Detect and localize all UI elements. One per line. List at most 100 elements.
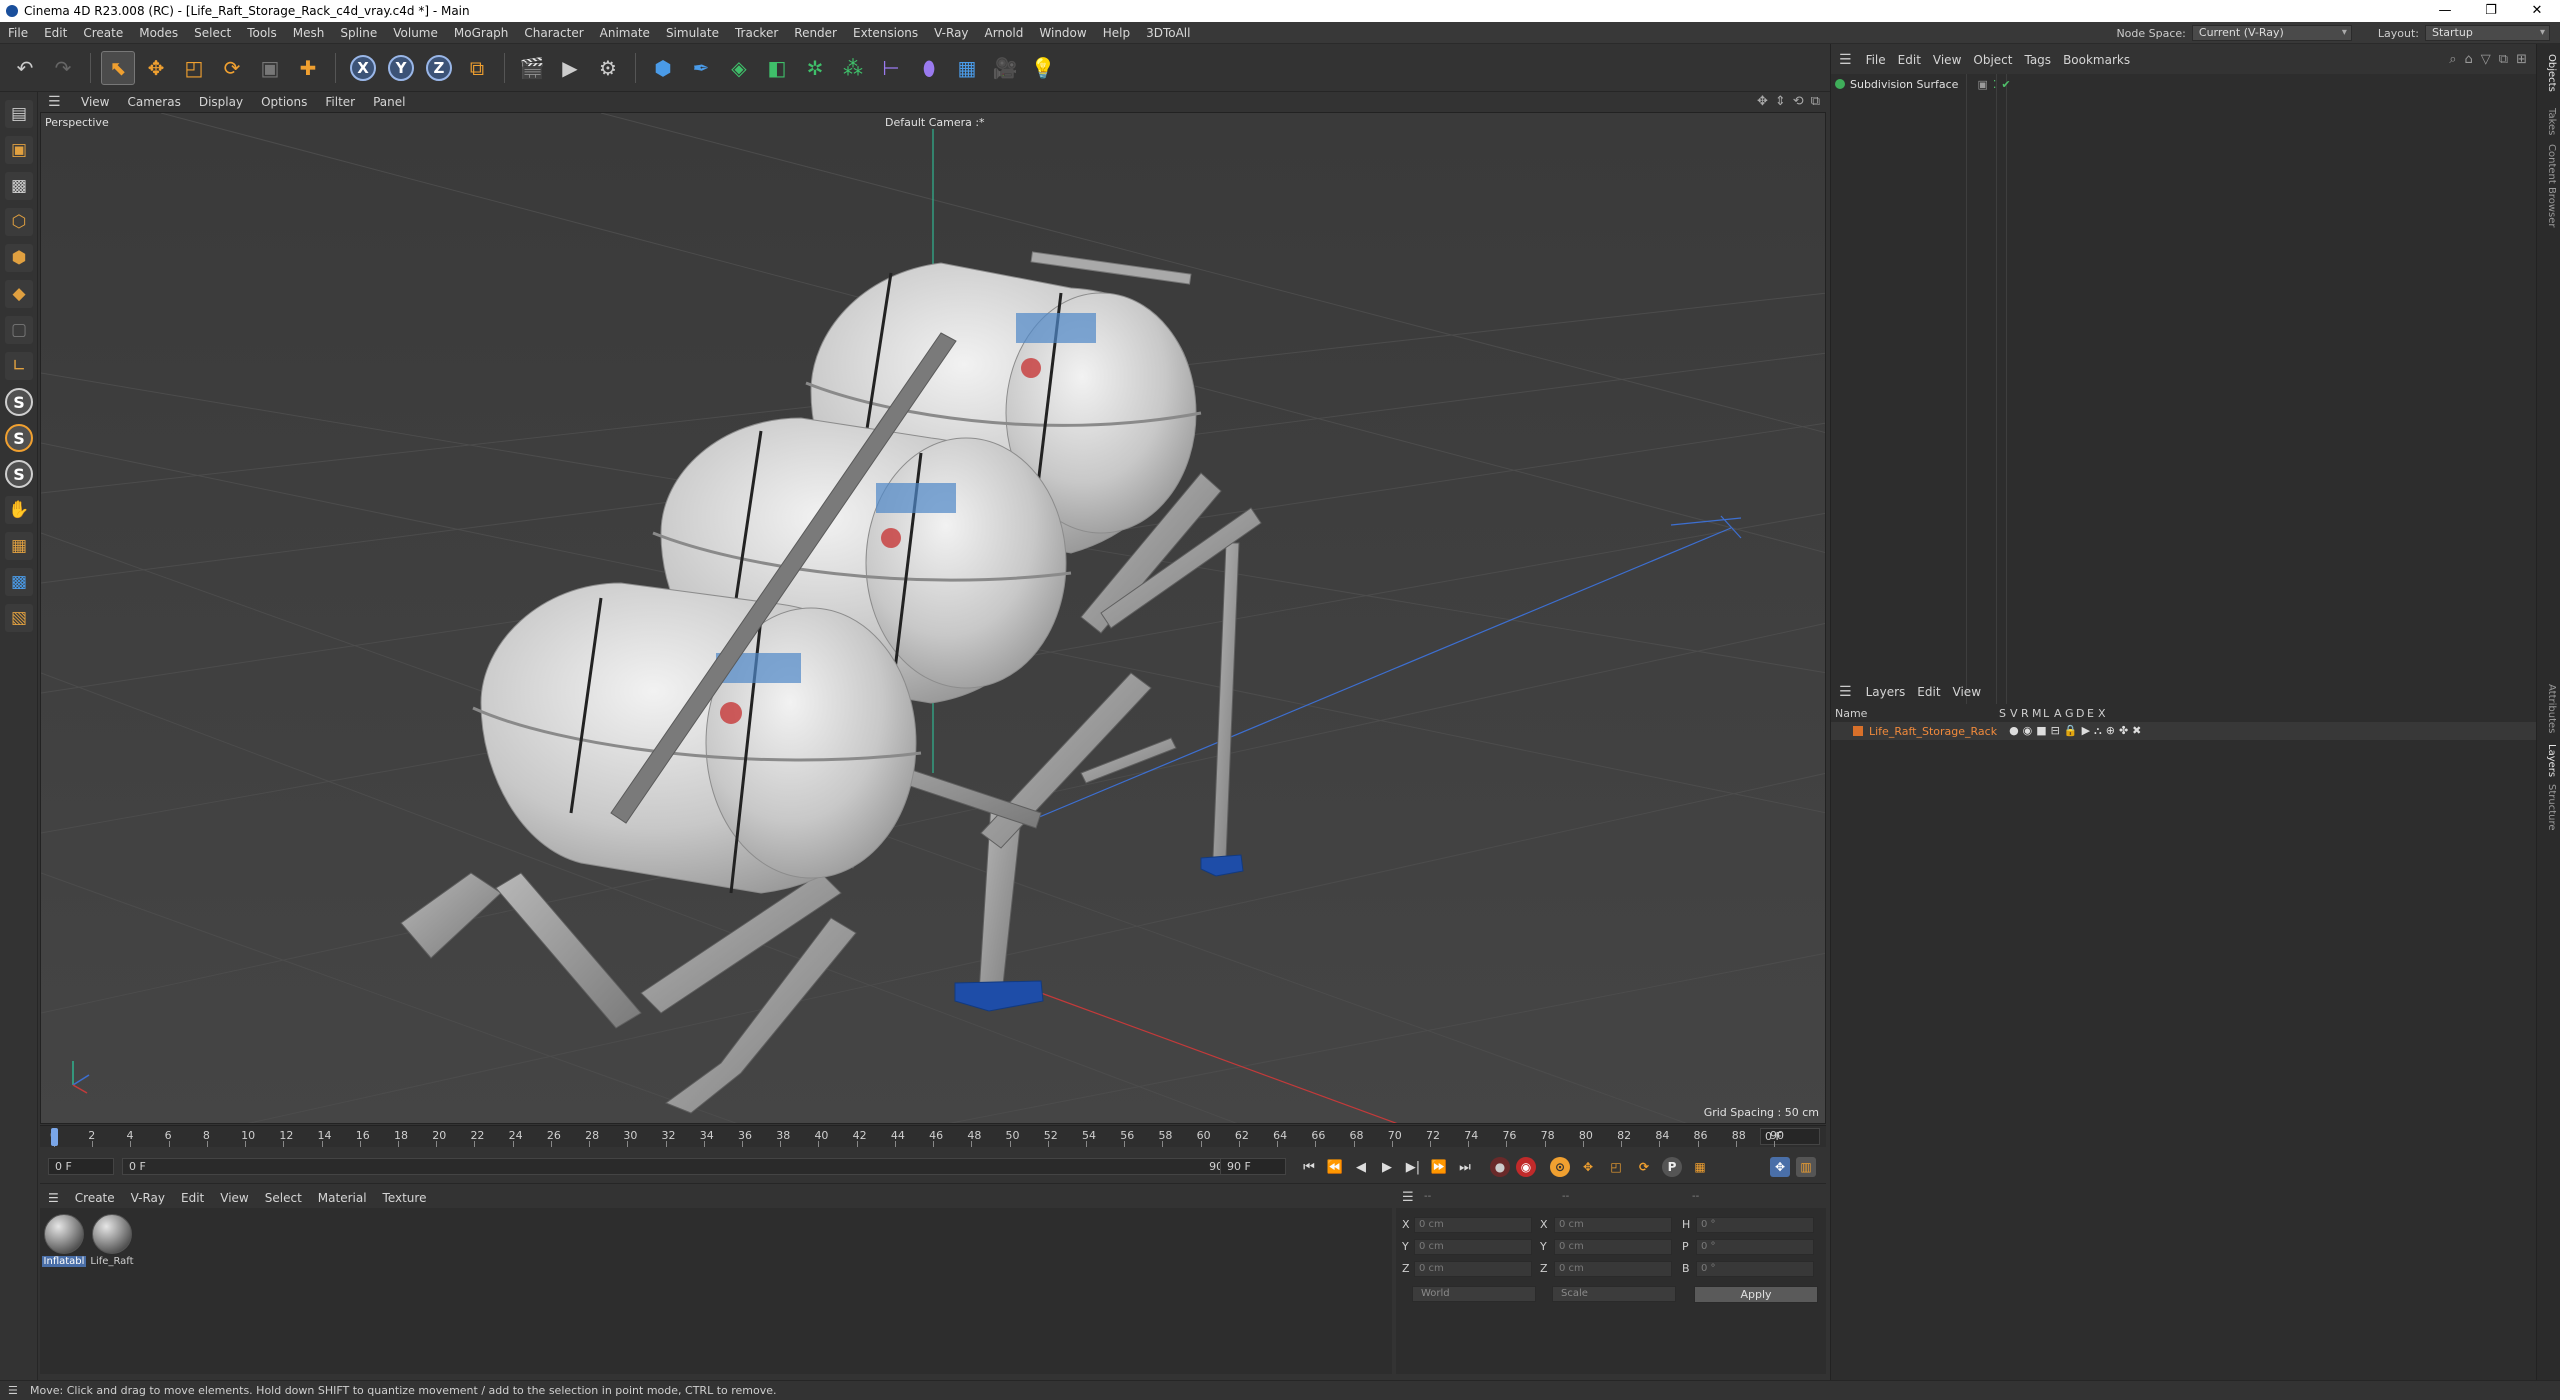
undo-icon[interactable]: ↶	[8, 51, 42, 85]
scale-key-icon[interactable]: ◰	[1606, 1157, 1626, 1177]
layer-column-s[interactable]: S	[1999, 707, 2006, 720]
pan-view-icon[interactable]: ✥	[1757, 94, 1768, 109]
viewport-menu-view[interactable]: View	[72, 95, 118, 109]
timeline-icon[interactable]: ▥	[1796, 1157, 1816, 1177]
layout-dropdown[interactable]: Startup	[2425, 25, 2550, 41]
material-menu-select[interactable]: Select	[257, 1191, 310, 1205]
close-window-button[interactable]: ✕	[2514, 0, 2560, 22]
toggle-view-icon[interactable]: ⧉	[1811, 94, 1820, 109]
material-menu-create[interactable]: Create	[67, 1191, 123, 1205]
polygons-mode-icon[interactable]: ◆	[5, 280, 33, 308]
layer-row[interactable]: Life_Raft_Storage_Rack ●◉■⊟🔒▶⛬⊕✤✖	[1831, 722, 2537, 740]
x-axis-icon[interactable]: X	[346, 51, 380, 85]
filter-icon[interactable]: ▽	[2481, 52, 2491, 67]
pos-z-field[interactable]: 0 cm	[1414, 1261, 1532, 1277]
move-tool-icon[interactable]: ✥	[139, 51, 173, 85]
size-y-field[interactable]: 0 cm	[1554, 1239, 1672, 1255]
scale-tool-icon[interactable]: ◰	[177, 51, 211, 85]
menu-tools[interactable]: Tools	[239, 26, 285, 40]
layer-column-e[interactable]: E	[2087, 707, 2094, 720]
cloner-icon[interactable]: ✲	[798, 51, 832, 85]
menu-help[interactable]: Help	[1095, 26, 1138, 40]
viewport-menu-display[interactable]: Display	[190, 95, 252, 109]
deformer-icon[interactable]: ⊢	[874, 51, 908, 85]
previous-key-icon[interactable]: ⏪	[1324, 1156, 1346, 1178]
mograph-icon[interactable]: ⁂	[836, 51, 870, 85]
minimize-button[interactable]: —	[2422, 0, 2468, 22]
redo-icon[interactable]: ↷	[46, 51, 80, 85]
play-icon[interactable]: ▶	[1376, 1156, 1398, 1178]
auto-key-icon[interactable]: ◉	[1516, 1157, 1536, 1177]
make-editable-icon[interactable]: ▤	[5, 100, 33, 128]
tweak-icon[interactable]: ✋	[5, 496, 33, 524]
locked-workplane-icon[interactable]: ▩	[5, 568, 33, 596]
motion-record-icon[interactable]: ✥	[1770, 1157, 1790, 1177]
next-frame-icon[interactable]: ▶|	[1402, 1156, 1424, 1178]
camera-name[interactable]: Default Camera :*	[885, 116, 985, 129]
frame-range-slider[interactable]: 0 F 90 F	[122, 1158, 1240, 1175]
material-menu-texture[interactable]: Texture	[375, 1191, 435, 1205]
current-frame-field[interactable]: 0 F	[1760, 1128, 1820, 1145]
menu-create[interactable]: Create	[75, 26, 131, 40]
snap-icon[interactable]: S	[5, 388, 33, 416]
go-to-end-icon[interactable]: ⏭	[1454, 1156, 1476, 1178]
side-tab-takes[interactable]: Takes	[2541, 108, 2557, 135]
position-key-icon[interactable]: ✥	[1578, 1157, 1598, 1177]
viewport-menu-filter[interactable]: Filter	[316, 95, 364, 109]
search-icon[interactable]: ⌕	[2449, 52, 2456, 67]
menu-modes[interactable]: Modes	[131, 26, 186, 40]
menu-3dtoall[interactable]: 3DToAll	[1138, 26, 1198, 40]
points-mode-icon[interactable]: ⬡	[5, 208, 33, 236]
material-menu-edit[interactable]: Edit	[173, 1191, 212, 1205]
object-menu-file[interactable]: File	[1860, 53, 1892, 67]
rot-h-field[interactable]: 0 °	[1696, 1217, 1814, 1233]
zoom-view-icon[interactable]: ⇕	[1775, 94, 1786, 109]
material-menu-v-ray[interactable]: V-Ray	[123, 1191, 173, 1205]
enabled-check-icon[interactable]: ✔	[2001, 78, 2010, 91]
pos-x-field[interactable]: 0 cm	[1414, 1217, 1532, 1233]
orbit-view-icon[interactable]: ⟲	[1793, 94, 1804, 109]
camera-icon[interactable]: 🎥	[988, 51, 1022, 85]
light-icon[interactable]: 💡	[1026, 51, 1060, 85]
layer-column-g[interactable]: G	[2065, 707, 2074, 720]
menu-select[interactable]: Select	[186, 26, 239, 40]
rotation-key-icon[interactable]: ⟳	[1634, 1157, 1654, 1177]
layer-column-name[interactable]: Name	[1835, 707, 1867, 720]
texture-mode-icon[interactable]: ▩	[5, 172, 33, 200]
menu-mograph[interactable]: MoGraph	[446, 26, 517, 40]
rotate-tool-icon[interactable]: ⟳	[215, 51, 249, 85]
layer-menu-view[interactable]: View	[1947, 685, 1987, 699]
go-to-start-icon[interactable]: ⏮	[1298, 1156, 1320, 1178]
size-mode-dropdown[interactable]: Scale	[1552, 1286, 1676, 1302]
material-swatch[interactable]: Inflatabl	[42, 1214, 86, 1267]
viewport-menu-panel[interactable]: Panel	[364, 95, 414, 109]
y-axis-icon[interactable]: Y	[384, 51, 418, 85]
menu-spline[interactable]: Spline	[332, 26, 385, 40]
3d-viewport[interactable]: Perspective Default Camera :* Grid Spaci…	[40, 112, 1826, 1124]
object-menu-object[interactable]: Object	[1967, 53, 2018, 67]
field-icon[interactable]: ⬮	[912, 51, 946, 85]
side-tab-layers[interactable]: Layers	[2541, 744, 2557, 777]
recent-tool-icon[interactable]: ▣	[253, 51, 287, 85]
menu-arnold[interactable]: Arnold	[977, 26, 1032, 40]
side-tab-structure[interactable]: Structure	[2541, 784, 2557, 831]
menu-tracker[interactable]: Tracker	[727, 26, 786, 40]
previous-frame-icon[interactable]: ◀	[1350, 1156, 1372, 1178]
material-menu-view[interactable]: View	[212, 1191, 256, 1205]
keyframe-selection-icon[interactable]: ⊙	[1550, 1157, 1570, 1177]
home-icon[interactable]: ⌂	[2465, 52, 2473, 67]
size-x-field[interactable]: 0 cm	[1554, 1217, 1672, 1233]
pen-spline-icon[interactable]: ✒	[684, 51, 718, 85]
status-menu-icon[interactable]: ☰	[8, 1381, 18, 1400]
uv-mode-icon[interactable]: ▢	[5, 316, 33, 344]
layer-column-x[interactable]: X	[2098, 707, 2106, 720]
layer-toggle-icon[interactable]: ▣	[1977, 78, 1987, 91]
record-icon[interactable]: ●	[1490, 1157, 1510, 1177]
edges-mode-icon[interactable]: ⬢	[5, 244, 33, 272]
cube-icon[interactable]: ⬢	[646, 51, 680, 85]
timeline-ruler[interactable]: 0 F 024681012141618202224262830323436384…	[40, 1125, 1826, 1147]
menu-character[interactable]: Character	[516, 26, 591, 40]
point-level-key-icon[interactable]: ▦	[1690, 1157, 1710, 1177]
render-region-icon[interactable]: 🎬	[515, 51, 549, 85]
layer-column-m[interactable]: M	[2032, 707, 2042, 720]
